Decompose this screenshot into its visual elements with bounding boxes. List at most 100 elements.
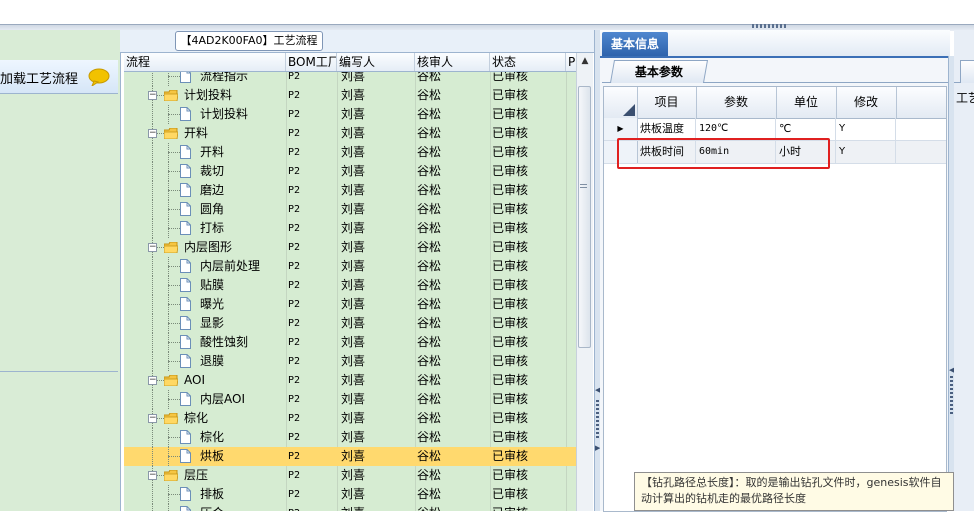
process-step-name[interactable]: 棕化 [200,428,224,447]
bom-cell[interactable]: P2 [288,504,300,511]
tab-basic-params[interactable]: 基本参数 [609,60,709,83]
reviewer-cell[interactable]: 谷松 [417,257,441,276]
reviewer-cell[interactable]: 谷松 [417,447,441,466]
writer-cell[interactable]: 刘喜 [341,162,365,181]
status-cell[interactable]: 已审核 [492,504,528,511]
col-header-reviewer[interactable]: 核审人 [415,53,490,71]
reviewer-cell[interactable]: 谷松 [417,409,441,428]
speech-bubble-icon[interactable] [88,68,110,86]
process-step-name[interactable]: 退膜 [200,352,224,371]
status-cell[interactable]: 已审核 [492,143,528,162]
writer-cell[interactable]: 刘喜 [341,200,365,219]
param-edit-cell[interactable]: Y [836,141,896,163]
writer-cell[interactable]: 刘喜 [341,257,365,276]
col-header-edit[interactable]: 修改 [836,87,897,118]
bom-cell[interactable]: P2 [288,238,300,257]
bom-cell[interactable]: P2 [288,428,300,447]
process-step-name[interactable]: 压合 [200,504,224,511]
tree-row[interactable]: − 内层图形 P2 刘喜 谷松 已审核 [124,238,576,257]
writer-cell[interactable]: 刘喜 [341,466,365,485]
status-cell[interactable]: 已审核 [492,276,528,295]
collapse-toggle-icon[interactable]: − [148,471,157,480]
process-step-name[interactable]: 计划投料 [184,86,232,105]
status-cell[interactable]: 已审核 [492,105,528,124]
reviewer-cell[interactable]: 谷松 [417,504,441,511]
bom-cell[interactable]: P2 [288,181,300,200]
writer-cell[interactable]: 刘喜 [341,485,365,504]
tree-row[interactable]: 打标 P2 刘喜 谷松 已审核 [124,219,576,238]
collapse-toggle-icon[interactable]: − [148,414,157,423]
bom-cell[interactable]: P2 [288,390,300,409]
bom-cell[interactable]: P2 [288,219,300,238]
process-step-name[interactable]: 计划投料 [200,105,248,124]
writer-cell[interactable]: 刘喜 [341,276,365,295]
tree-row[interactable]: 裁切 P2 刘喜 谷松 已审核 [124,162,576,181]
collapse-toggle-icon[interactable]: − [148,129,157,138]
bom-cell[interactable]: P2 [288,105,300,124]
process-step-name[interactable]: 内层AOI [200,390,245,409]
reviewer-cell[interactable]: 谷松 [417,238,441,257]
bom-cell[interactable]: P2 [288,466,300,485]
tree-row[interactable]: 圆角 P2 刘喜 谷松 已审核 [124,200,576,219]
writer-cell[interactable]: 刘喜 [341,428,365,447]
tree-row[interactable]: 退膜 P2 刘喜 谷松 已审核 [124,352,576,371]
status-cell[interactable]: 已审核 [492,200,528,219]
process-step-name[interactable]: 开料 [184,124,208,143]
writer-cell[interactable]: 刘喜 [341,238,365,257]
writer-cell[interactable]: 刘喜 [341,181,365,200]
status-cell[interactable]: 已审核 [492,86,528,105]
param-edit-cell[interactable]: Y [836,118,896,140]
status-cell[interactable]: 已审核 [492,390,528,409]
tree-row[interactable]: 内层AOI P2 刘喜 谷松 已审核 [124,390,576,409]
status-cell[interactable]: 已审核 [492,295,528,314]
tree-row[interactable]: 排板 P2 刘喜 谷松 已审核 [124,485,576,504]
col-header-writer[interactable]: 编写人 [337,53,415,71]
tab-basic-info[interactable]: 基本信息 [602,32,668,56]
process-step-name[interactable]: 圆角 [200,200,224,219]
writer-cell[interactable]: 刘喜 [341,390,365,409]
writer-cell[interactable]: 刘喜 [341,371,365,390]
process-step-name[interactable]: 开料 [200,143,224,162]
reviewer-cell[interactable]: 谷松 [417,162,441,181]
process-step-name[interactable]: 内层图形 [184,238,232,257]
status-cell[interactable]: 已审核 [492,447,528,466]
writer-cell[interactable]: 刘喜 [341,409,365,428]
tree-row-selected[interactable]: 烘板 P2 刘喜 谷松 已审核 [124,447,576,466]
col-header-unit[interactable]: 单位 [776,87,837,118]
process-step-name[interactable]: 酸性蚀刻 [200,333,248,352]
status-cell[interactable]: 已审核 [492,352,528,371]
bom-cell[interactable]: P2 [288,200,300,219]
reviewer-cell[interactable]: 谷松 [417,390,441,409]
tree-row[interactable]: 磨边 P2 刘喜 谷松 已审核 [124,181,576,200]
param-item-cell[interactable]: 烘板温度 [637,118,696,140]
bom-cell[interactable]: P2 [288,371,300,390]
reviewer-cell[interactable]: 谷松 [417,276,441,295]
process-tree-grid[interactable]: 流程指示 P2 刘喜 谷松 已审核 − 计划投料 P2 刘喜 谷松 已审核 计划投料 P2 刘喜 谷松 已审核… [124,53,576,511]
bom-cell[interactable]: P2 [288,86,300,105]
bom-cell[interactable]: P2 [288,333,300,352]
process-step-name[interactable]: 曝光 [200,295,224,314]
process-grid-scrollbar[interactable]: ▲ [576,53,593,511]
writer-cell[interactable]: 刘喜 [341,86,365,105]
scrollbar-thumb[interactable] [578,86,591,348]
reviewer-cell[interactable]: 谷松 [417,371,441,390]
tree-row[interactable]: − 棕化 P2 刘喜 谷松 已审核 [124,409,576,428]
collapse-toggle-icon[interactable]: − [148,91,157,100]
bom-cell[interactable]: P2 [288,352,300,371]
reviewer-cell[interactable]: 谷松 [417,200,441,219]
status-cell[interactable]: 已审核 [492,466,528,485]
col-header-status[interactable]: 状态 [490,53,566,71]
status-cell[interactable]: 已审核 [492,485,528,504]
process-step-name[interactable]: 显影 [200,314,224,333]
collapse-toggle-icon[interactable]: − [148,243,157,252]
tree-row[interactable]: 开料 P2 刘喜 谷松 已审核 [124,143,576,162]
tree-row[interactable]: 棕化 P2 刘喜 谷松 已审核 [124,428,576,447]
col-header-process[interactable]: 流程 [124,53,286,71]
tree-row[interactable]: − 计划投料 P2 刘喜 谷松 已审核 [124,86,576,105]
col-header-item[interactable]: 项目 [637,87,697,118]
status-cell[interactable]: 已审核 [492,238,528,257]
writer-cell[interactable]: 刘喜 [341,105,365,124]
bom-cell[interactable]: P2 [288,485,300,504]
process-step-name[interactable]: 棕化 [184,409,208,428]
process-step-name[interactable]: AOI [184,371,205,390]
